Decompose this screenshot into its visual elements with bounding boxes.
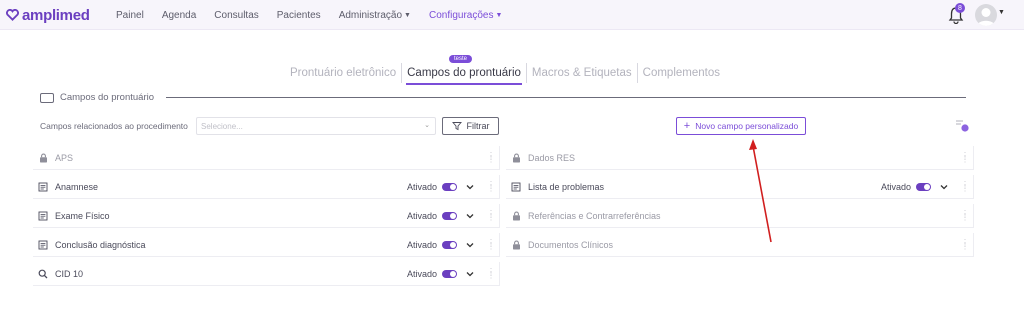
field-name: CID 10 bbox=[55, 268, 84, 279]
drag-handle-icon[interactable]: ⋮ ⋮ bbox=[487, 209, 495, 221]
lock-icon bbox=[510, 239, 522, 251]
tab-prontuario-eletronico[interactable]: Prontuário eletrônico bbox=[285, 63, 401, 83]
field-name: Exame Físico bbox=[55, 210, 110, 221]
caret-down-icon: ▼ bbox=[404, 11, 411, 19]
plus-icon: + bbox=[683, 120, 691, 132]
lock-icon bbox=[510, 210, 522, 222]
field-status: Ativado bbox=[406, 268, 437, 279]
field-row-exame-fisico[interactable]: Exame Físico Ativado ⋮ ⋮ bbox=[33, 204, 500, 228]
heart-logo-icon bbox=[6, 9, 19, 21]
field-status: Ativado bbox=[406, 239, 437, 250]
nav-item-configuracoes[interactable]: Configurações ▼ bbox=[429, 10, 502, 21]
brand-name: amplimed bbox=[22, 6, 90, 24]
field-name: APS bbox=[55, 152, 74, 163]
nav-label: Configurações bbox=[428, 9, 494, 21]
drag-handle-icon[interactable]: ⋮ ⋮ bbox=[961, 209, 969, 221]
top-bar: amplimed Painel Agenda Consultas Pacient… bbox=[0, 0, 1024, 30]
tab-macros-etiquetas[interactable]: Macros & Etiquetas bbox=[525, 63, 637, 83]
field-row-aps[interactable]: APS ⋮ ⋮ bbox=[33, 146, 500, 170]
field-name: Referências e Contrarreferências bbox=[528, 210, 661, 221]
field-row-lista-de-problemas[interactable]: Lista de problemas Ativado ⋮ ⋮ bbox=[506, 175, 974, 199]
form-icon bbox=[510, 181, 522, 193]
field-row-cid-10[interactable]: CID 10 Ativado ⋮ ⋮ bbox=[33, 262, 500, 286]
chevron-down-icon[interactable] bbox=[465, 182, 475, 192]
field-status: Ativado bbox=[880, 181, 911, 192]
field-name: Lista de problemas bbox=[528, 181, 605, 192]
field-name: Documentos Clínicos bbox=[528, 239, 614, 250]
caret-down-icon: ▼ bbox=[495, 11, 503, 19]
drag-handle-icon[interactable]: ⋮ ⋮ bbox=[961, 238, 969, 250]
section-title: Campos do prontuário bbox=[60, 92, 154, 103]
nav-item-administracao[interactable]: Administração ▼ bbox=[339, 10, 411, 21]
avatar[interactable] bbox=[975, 4, 997, 26]
procedure-filter-label: Campos relacionados ao procedimento bbox=[40, 121, 188, 131]
drag-handle-icon[interactable]: ⋮ ⋮ bbox=[487, 180, 495, 192]
notification-badge: 8 bbox=[955, 3, 965, 13]
field-active-toggle[interactable] bbox=[442, 211, 457, 220]
brand-logo[interactable]: amplimed bbox=[6, 6, 90, 24]
field-row-referencias-e-contrarreferencias[interactable]: Referências e Contrarreferências ⋮ ⋮ bbox=[506, 204, 974, 228]
nav-item-painel[interactable]: Painel bbox=[116, 10, 144, 21]
field-active-toggle[interactable] bbox=[442, 240, 457, 249]
tab-badge: teste bbox=[449, 55, 473, 63]
filter-button[interactable]: Filtrar bbox=[442, 117, 499, 135]
drag-handle-icon[interactable]: ⋮ ⋮ bbox=[961, 180, 969, 192]
drag-handle-icon[interactable]: ⋮ ⋮ bbox=[487, 267, 495, 279]
drag-handle-icon[interactable]: ⋮ ⋮ bbox=[961, 151, 969, 163]
procedure-select[interactable]: Selecione... ⌄ bbox=[196, 117, 436, 135]
search-icon bbox=[37, 268, 49, 280]
field-row-conclusao-diagnostica[interactable]: Conclusão diagnóstica Ativado ⋮ ⋮ bbox=[33, 233, 500, 257]
tab-campos-do-prontuario[interactable]: Campos do prontuário bbox=[401, 63, 526, 85]
chevron-down-icon[interactable] bbox=[465, 211, 475, 221]
nav-label: Consultas bbox=[214, 9, 259, 21]
nav-label: Painel bbox=[116, 9, 144, 21]
funnel-icon bbox=[451, 122, 462, 131]
field-active-toggle[interactable] bbox=[442, 269, 457, 278]
nav-item-agenda[interactable]: Agenda bbox=[162, 10, 196, 21]
form-icon bbox=[37, 210, 49, 222]
field-row-dados-res[interactable]: Dados RES ⋮ ⋮ bbox=[506, 146, 974, 170]
form-icon bbox=[37, 239, 49, 251]
chevron-down-icon[interactable] bbox=[939, 182, 949, 192]
new-custom-field-button[interactable]: + Novo campo personalizado bbox=[676, 117, 806, 135]
field-status: Ativado bbox=[406, 210, 437, 221]
field-name: Conclusão diagnóstica bbox=[55, 239, 146, 250]
nav-item-consultas[interactable]: Consultas bbox=[214, 10, 258, 21]
form-icon bbox=[37, 181, 49, 193]
main-nav: Painel Agenda Consultas Pacientes Admini… bbox=[116, 0, 520, 30]
field-row-anamnese[interactable]: Anamnese Ativado ⋮ ⋮ bbox=[33, 175, 500, 199]
section-header: Campos do prontuário bbox=[40, 92, 154, 103]
user-icon bbox=[977, 8, 995, 26]
field-status: Ativado bbox=[406, 181, 437, 192]
list-settings-icon[interactable] bbox=[955, 119, 969, 133]
drag-handle-icon[interactable]: ⋮ ⋮ bbox=[487, 151, 495, 163]
chevron-down-icon[interactable] bbox=[465, 269, 475, 279]
nav-item-pacientes[interactable]: Pacientes bbox=[277, 10, 321, 21]
field-active-toggle[interactable] bbox=[442, 182, 457, 191]
field-row-documentos-clinicos[interactable]: Documentos Clínicos ⋮ ⋮ bbox=[506, 233, 974, 257]
divider bbox=[166, 97, 966, 98]
new-field-label: Novo campo personalizado bbox=[695, 121, 799, 131]
settings-tabs: Prontuário eletrônico Campos do prontuár… bbox=[285, 63, 725, 85]
nav-label: Administração bbox=[338, 9, 403, 21]
field-active-toggle[interactable] bbox=[916, 182, 931, 191]
drag-handle-icon[interactable]: ⋮ ⋮ bbox=[487, 238, 495, 250]
chevron-down-icon: ⌄ bbox=[424, 122, 430, 129]
select-placeholder: Selecione... bbox=[201, 122, 243, 131]
chevron-down-icon[interactable] bbox=[465, 240, 475, 250]
caret-down-icon[interactable]: ▼ bbox=[998, 9, 1005, 16]
tab-complementos[interactable]: Complementos bbox=[636, 63, 725, 83]
field-name: Dados RES bbox=[528, 152, 576, 163]
lock-icon bbox=[37, 152, 49, 164]
nav-label: Pacientes bbox=[276, 9, 321, 21]
nav-label: Agenda bbox=[161, 9, 197, 21]
lock-icon bbox=[510, 152, 522, 164]
filter-button-label: Filtrar bbox=[466, 121, 490, 131]
sidebar-toggle-icon[interactable] bbox=[40, 92, 54, 103]
field-name: Anamnese bbox=[55, 181, 99, 192]
